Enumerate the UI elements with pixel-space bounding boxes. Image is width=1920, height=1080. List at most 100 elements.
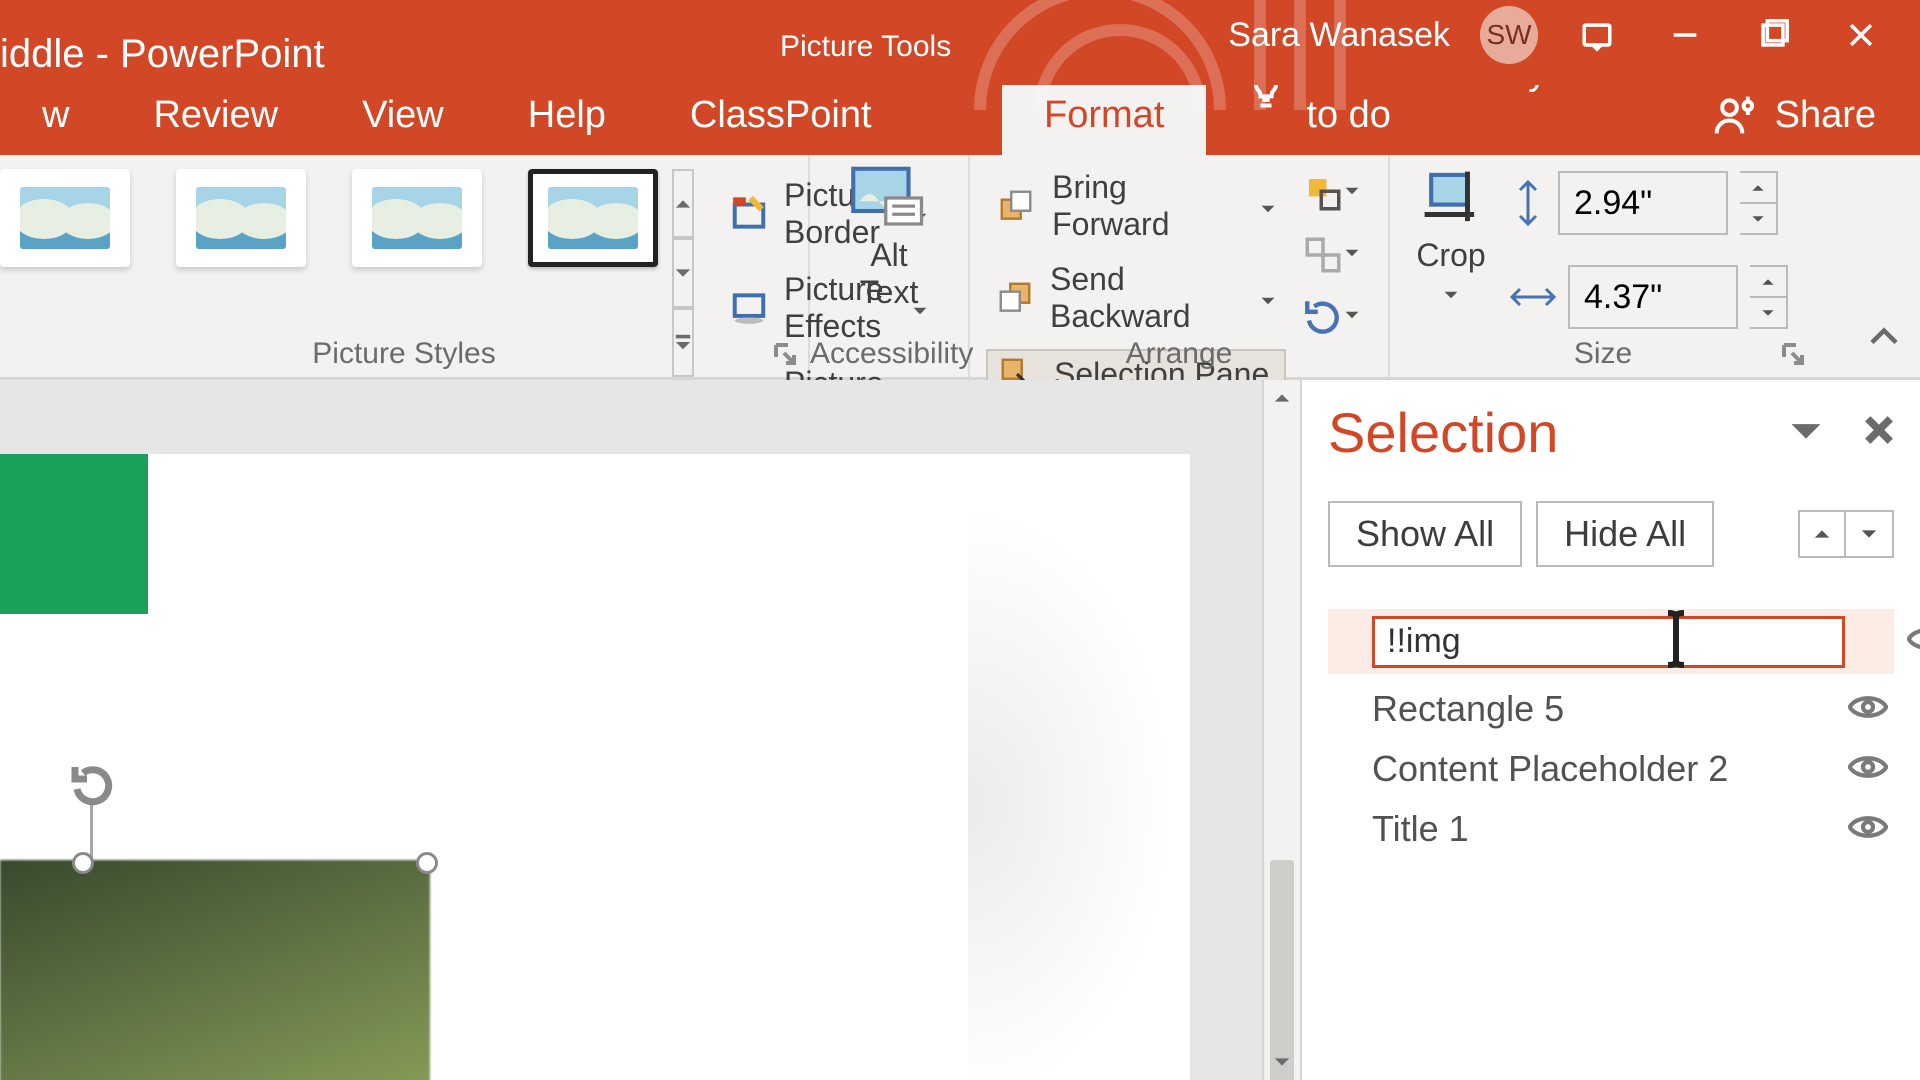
text-cursor-icon (1663, 609, 1689, 674)
visibility-toggle[interactable] (1848, 748, 1888, 790)
selection-list: Rectangle 5 Content Placeholder 2 Title … (1328, 609, 1894, 854)
share-label: Share (1775, 94, 1876, 137)
green-rectangle-shape[interactable] (0, 454, 148, 614)
chevron-down-icon (1260, 188, 1276, 225)
send-backward-icon (996, 277, 1034, 319)
selection-item-label: Rectangle 5 (1372, 688, 1564, 730)
minimize-button[interactable] (1656, 6, 1714, 64)
height-spinner[interactable] (1740, 171, 1778, 235)
selection-item-label: Content Placeholder 2 (1372, 748, 1728, 790)
picture-border-icon (730, 193, 768, 235)
selection-handle[interactable] (416, 852, 438, 874)
show-all-button[interactable]: Show All (1328, 501, 1522, 567)
width-spinner[interactable] (1750, 265, 1788, 329)
group-label: Size (1390, 337, 1816, 371)
selection-item-editing (1328, 609, 1894, 674)
alt-text-button[interactable]: Alt Text (850, 165, 928, 311)
reorder-down-button[interactable] (1846, 510, 1894, 558)
picture-style-thumb[interactable] (0, 169, 130, 267)
selection-item[interactable]: Title 1 (1328, 804, 1894, 854)
tab-review[interactable]: Review (111, 78, 320, 155)
maximize-button[interactable] (1744, 6, 1802, 64)
gallery-scroll-down[interactable] (672, 238, 694, 307)
rename-input[interactable] (1372, 616, 1845, 668)
gallery-scroll-up[interactable] (672, 169, 694, 238)
chevron-down-icon (1443, 274, 1459, 311)
bring-forward-icon (996, 185, 1036, 227)
user-name: Sara Wanasek (1228, 16, 1450, 55)
scroll-up-button[interactable] (1264, 380, 1300, 416)
context-tab-title: Picture Tools (780, 0, 951, 64)
scroll-down-button[interactable] (1264, 1044, 1300, 1080)
group-objects-button[interactable] (1302, 233, 1360, 277)
width-icon (1510, 279, 1556, 315)
width-input-row: 4.37" (1510, 265, 1788, 329)
ribbon-display-options-button[interactable] (1568, 6, 1626, 64)
visibility-toggle[interactable] (1848, 808, 1888, 850)
group-arrange: Bring Forward Send Backward Selection Pa… (970, 155, 1390, 377)
visibility-toggle[interactable] (1907, 625, 1920, 658)
close-pane-button[interactable] (1864, 415, 1894, 450)
selection-item-label: Title 1 (1372, 808, 1469, 850)
share-button[interactable]: Share (1713, 93, 1920, 155)
send-backward-label: Send Backward (1050, 261, 1244, 335)
group-label: Picture Styles (0, 337, 808, 371)
close-button[interactable] (1832, 6, 1890, 64)
bring-forward-label: Bring Forward (1052, 169, 1244, 243)
tab-view[interactable]: View (320, 78, 486, 155)
group-size: Crop 2.94" 4.37" Size (1390, 155, 1816, 377)
visibility-toggle[interactable] (1848, 688, 1888, 730)
align-button[interactable] (1302, 171, 1360, 215)
title-bar: iddle - PowerPoint Picture Tools Sara Wa… (0, 0, 1920, 85)
selection-handle[interactable] (72, 852, 94, 874)
height-icon (1510, 180, 1546, 226)
hide-all-button[interactable]: Hide All (1536, 501, 1714, 567)
selection-item[interactable]: Rectangle 5 (1328, 684, 1894, 734)
spinner-down[interactable] (1750, 298, 1786, 327)
collapse-ribbon-button[interactable] (1866, 320, 1902, 361)
spinner-down[interactable] (1740, 204, 1776, 233)
picture-style-thumb[interactable] (176, 169, 306, 267)
group-label: Arrange (970, 337, 1388, 371)
alt-text-label-2: Text (860, 274, 919, 311)
picture-style-thumb-selected[interactable] (528, 169, 658, 267)
user-avatar[interactable]: SW (1480, 6, 1538, 64)
pane-options-button[interactable] (1792, 416, 1820, 449)
rotate-connector (90, 804, 93, 862)
share-icon (1713, 93, 1757, 137)
slide-canvas[interactable] (0, 380, 1262, 1080)
group-label: Accessibility (810, 337, 968, 371)
slide-torn-edge (968, 454, 1208, 1080)
crop-icon (1412, 165, 1490, 231)
tab-help[interactable]: Help (486, 78, 648, 155)
selection-pane: Selection Show All Hide All Rectangle 5 (1300, 380, 1920, 1080)
bring-forward-button[interactable]: Bring Forward (986, 165, 1286, 247)
picture-style-thumb[interactable] (352, 169, 482, 267)
spinner-up[interactable] (1740, 173, 1776, 204)
group-picture-styles: Picture Border Picture Effects Picture L… (0, 155, 810, 377)
crop-label: Crop (1416, 237, 1485, 274)
reorder-up-button[interactable] (1798, 510, 1846, 558)
ribbon: Picture Border Picture Effects Picture L… (0, 155, 1920, 380)
send-backward-button[interactable]: Send Backward (986, 257, 1286, 339)
picture-effects-icon (730, 287, 768, 329)
width-input[interactable]: 4.37" (1568, 265, 1738, 329)
group-accessibility: Alt Text Accessibility (810, 155, 970, 377)
tab-partial-w[interactable]: w (0, 78, 111, 155)
rotate-button[interactable] (1302, 295, 1360, 339)
rotate-handle[interactable] (68, 760, 118, 810)
alt-text-label-1: Alt (870, 237, 907, 274)
dialog-launcher[interactable] (774, 343, 798, 367)
alt-text-icon (850, 165, 928, 231)
selection-item[interactable]: Content Placeholder 2 (1328, 744, 1894, 794)
selection-pane-title: Selection (1328, 400, 1558, 465)
selected-picture[interactable] (0, 860, 430, 1080)
vertical-scrollbar[interactable] (1262, 380, 1300, 1080)
dialog-launcher[interactable] (1782, 343, 1806, 367)
height-input-row: 2.94" (1510, 171, 1788, 235)
height-input[interactable]: 2.94" (1558, 171, 1728, 235)
spinner-up[interactable] (1750, 267, 1786, 298)
chevron-down-icon (1260, 280, 1276, 317)
workspace: Selection Show All Hide All Rectangle 5 (0, 380, 1920, 1080)
document-title: iddle - PowerPoint (0, 0, 325, 77)
